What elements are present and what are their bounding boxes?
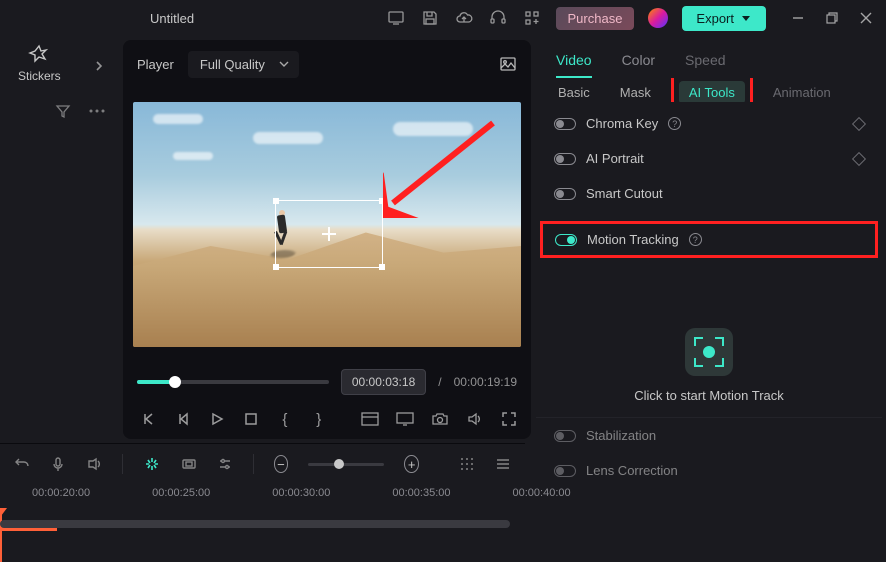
- sidebar-item-stickers[interactable]: Stickers: [18, 44, 61, 83]
- time-current[interactable]: 00:00:03:18: [341, 369, 426, 395]
- secondary-tabs: Basic Mask AI Tools Animation: [536, 78, 882, 102]
- sidebar: Stickers: [0, 36, 115, 443]
- snapshot-icon[interactable]: [499, 55, 517, 73]
- motion-track-start[interactable]: Click to start Motion Track: [554, 328, 864, 403]
- mark-out-button[interactable]: }: [310, 409, 327, 429]
- properties-panel: Video Color Speed Basic Mask AI Tools An…: [536, 40, 882, 439]
- grid-icon[interactable]: [459, 455, 475, 473]
- zoom-in-button[interactable]: +: [404, 455, 419, 473]
- restore-window-icon[interactable]: [822, 8, 842, 28]
- prev-frame-button[interactable]: [141, 409, 158, 429]
- prop-stabilization: Stabilization: [554, 428, 864, 443]
- audio-icon[interactable]: [86, 455, 102, 473]
- sidebar-expand-icon[interactable]: [91, 58, 107, 74]
- camera-icon[interactable]: [431, 409, 449, 429]
- zoom-out-button[interactable]: −: [274, 455, 289, 473]
- chevron-down-icon: [742, 16, 750, 21]
- marker-icon[interactable]: [181, 455, 197, 473]
- primary-tabs: Video Color Speed: [536, 42, 882, 78]
- filter-icon[interactable]: [55, 103, 71, 119]
- subtab-animation[interactable]: Animation: [771, 81, 833, 103]
- save-icon[interactable]: [420, 8, 440, 28]
- more-icon[interactable]: [89, 109, 105, 113]
- prop-lens-correction: Lens Correction: [554, 463, 864, 478]
- close-window-icon[interactable]: [856, 8, 876, 28]
- preview-panel: Player Full Quality: [123, 40, 531, 439]
- sticker-icon: [28, 44, 50, 66]
- motion-tracking-toggle[interactable]: [555, 234, 577, 246]
- player-label: Player: [137, 57, 174, 72]
- motion-track-icon: [685, 328, 733, 376]
- mic-icon[interactable]: [50, 455, 66, 473]
- time-total: 00:00:19:19: [454, 375, 517, 389]
- titlebar: Untitled Purchase Export: [0, 0, 886, 36]
- purchase-button[interactable]: Purchase: [556, 7, 635, 30]
- tab-color[interactable]: Color: [622, 52, 655, 78]
- undo-icon[interactable]: [14, 455, 30, 473]
- tab-speed[interactable]: Speed: [685, 52, 725, 78]
- layers-icon[interactable]: [495, 455, 511, 473]
- volume-icon[interactable]: [466, 409, 483, 429]
- stop-button[interactable]: [243, 409, 260, 429]
- adjust-icon[interactable]: [217, 455, 233, 473]
- magnet-icon[interactable]: [143, 455, 161, 473]
- subtab-mask[interactable]: Mask: [618, 81, 653, 103]
- timeline-ruler[interactable]: 00:00:20:00 00:00:25:00 00:00:30:00 00:0…: [0, 484, 525, 522]
- project-title: Untitled: [150, 11, 194, 26]
- quality-select[interactable]: Full Quality: [188, 51, 299, 78]
- display-icon[interactable]: [396, 409, 414, 429]
- chevron-down-icon: [279, 61, 289, 67]
- tracking-box[interactable]: [275, 200, 383, 268]
- fullscreen-icon[interactable]: [500, 409, 517, 429]
- prop-ai-portrait: AI Portrait: [554, 151, 864, 166]
- cloud-icon[interactable]: [454, 8, 474, 28]
- minimize-window-icon[interactable]: [788, 8, 808, 28]
- support-icon[interactable]: [488, 8, 508, 28]
- zoom-slider[interactable]: [308, 463, 384, 466]
- prop-motion-tracking: Motion Tracking ?: [540, 221, 878, 258]
- prop-smart-cutout: Smart Cutout: [554, 186, 864, 201]
- keyframe-icon[interactable]: [852, 116, 866, 130]
- timeline-scrollbar[interactable]: [0, 520, 525, 530]
- ai-portrait-toggle[interactable]: [554, 153, 576, 165]
- playback-progress[interactable]: [137, 380, 329, 384]
- chroma-key-toggle[interactable]: [554, 118, 576, 130]
- help-icon[interactable]: ?: [689, 233, 702, 246]
- export-button[interactable]: Export: [682, 6, 766, 31]
- step-back-button[interactable]: [175, 409, 192, 429]
- lens-correction-toggle[interactable]: [554, 465, 576, 477]
- apps-icon[interactable]: [522, 8, 542, 28]
- timeline: − + 00:00:20:00 00:00:25:00 00:00:30:00 …: [0, 443, 525, 553]
- smart-cutout-toggle[interactable]: [554, 188, 576, 200]
- subtab-basic[interactable]: Basic: [556, 81, 592, 103]
- help-icon[interactable]: ?: [668, 117, 681, 130]
- video-preview[interactable]: [123, 88, 531, 361]
- prop-chroma-key: Chroma Key ?: [554, 116, 864, 131]
- account-orb-icon[interactable]: [648, 8, 668, 28]
- ratio-icon[interactable]: [361, 409, 379, 429]
- keyframe-icon[interactable]: [852, 151, 866, 165]
- screen-icon[interactable]: [386, 8, 406, 28]
- mark-in-button[interactable]: {: [277, 409, 294, 429]
- stabilization-toggle[interactable]: [554, 430, 576, 442]
- subtab-ai-tools[interactable]: AI Tools: [679, 81, 745, 103]
- tab-video[interactable]: Video: [556, 52, 592, 78]
- play-button[interactable]: [209, 409, 226, 429]
